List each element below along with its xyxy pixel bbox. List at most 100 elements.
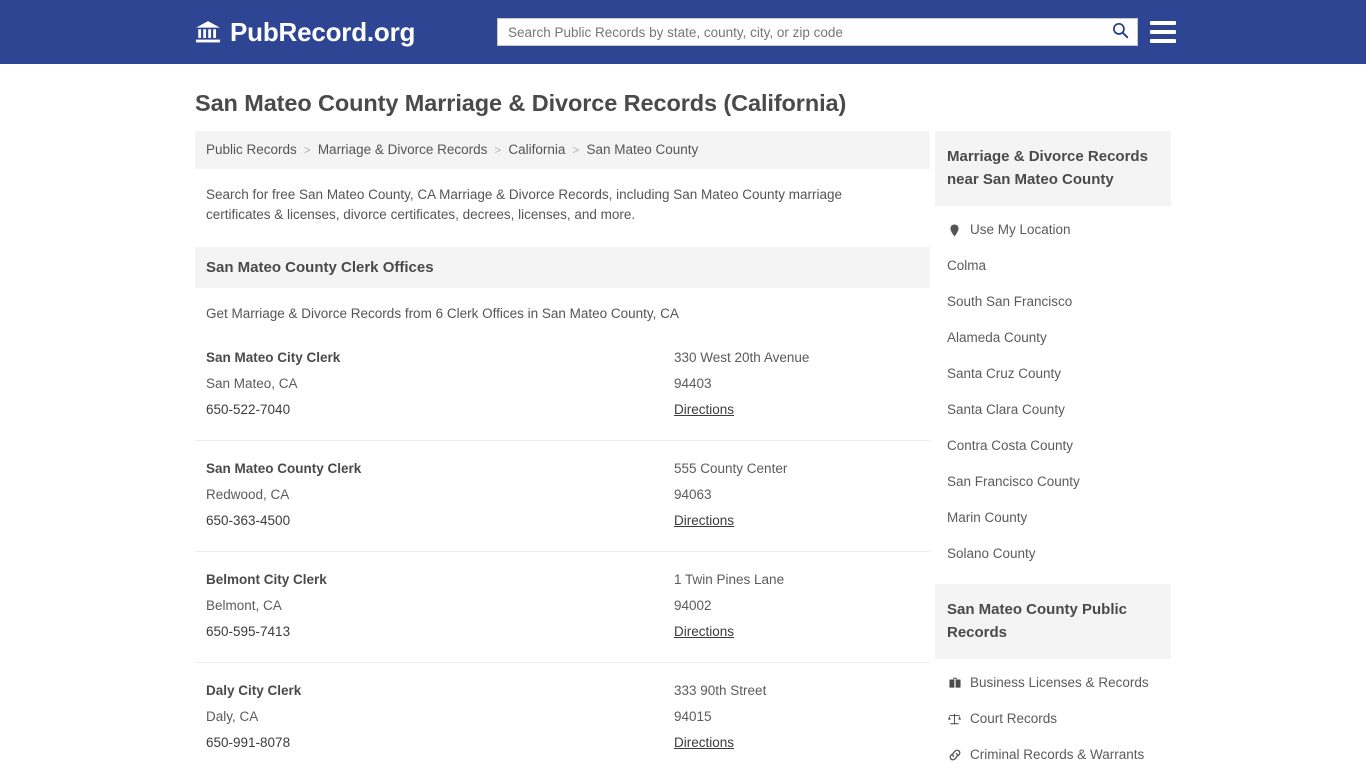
sidebar-item-label: Colma <box>947 258 987 273</box>
sidebar-item-label: Court Records <box>970 711 1058 726</box>
directions-link[interactable]: Directions <box>674 397 734 423</box>
table-row: San Mateo City Clerk San Mateo, CA 650-5… <box>195 330 930 441</box>
table-row: Belmont City Clerk Belmont, CA 650-595-7… <box>195 552 930 663</box>
directions-link[interactable]: Directions <box>674 619 734 645</box>
office-details: Belmont City Clerk Belmont, CA 650-595-7… <box>206 567 674 645</box>
nearby-records-panel: Marriage & Divorce Records near San Mate… <box>935 131 1171 572</box>
office-name: San Mateo City Clerk <box>206 350 341 365</box>
office-city: Belmont, CA <box>206 598 282 613</box>
office-street: 333 90th Street <box>674 683 767 698</box>
sidebar-item-colma[interactable]: Colma <box>935 248 1171 284</box>
sidebar-item-label: Marin County <box>947 510 1028 525</box>
public-records-links: Business Licenses & Records Court Record… <box>935 659 1171 768</box>
sidebar-item-label: Criminal Records & Warrants <box>970 747 1145 762</box>
sidebar-item-label: Solano County <box>947 546 1036 561</box>
sidebar-item-contra-costa-county[interactable]: Contra Costa County <box>935 428 1171 464</box>
sidebar-item-criminal-records-warrants[interactable]: Criminal Records & Warrants <box>935 737 1171 768</box>
breadcrumb-separator: > <box>303 143 311 157</box>
sidebar-item-marin-county[interactable]: Marin County <box>935 500 1171 536</box>
sidebar-item-business-licenses-records[interactable]: Business Licenses & Records <box>935 665 1171 701</box>
site-header: PubRecord.org <box>0 0 1366 64</box>
office-phone: 650-595-7413 <box>206 624 291 639</box>
breadcrumb-item-california[interactable]: California <box>508 141 565 159</box>
hamburger-menu-icon[interactable] <box>1150 19 1176 45</box>
office-zip: 94063 <box>674 487 712 502</box>
nearby-records-heading: Marriage & Divorce Records near San Mate… <box>935 131 1171 206</box>
office-details: San Mateo City Clerk San Mateo, CA 650-5… <box>206 345 674 423</box>
office-zip: 94015 <box>674 709 712 724</box>
sidebar-item-label: San Francisco County <box>947 474 1080 489</box>
office-city: Daly, CA <box>206 709 259 724</box>
sidebar-item-label: Use My Location <box>970 222 1071 237</box>
intro-description: Search for free San Mateo County, CA Mar… <box>206 187 843 222</box>
sidebar-item-use-my-location[interactable]: Use My Location <box>935 212 1171 248</box>
office-city: Redwood, CA <box>206 487 290 502</box>
site-logo-text: PubRecord.org <box>230 17 416 47</box>
page-title: San Mateo County Marriage & Divorce Reco… <box>195 90 847 116</box>
clerk-offices-list: San Mateo City Clerk San Mateo, CA 650-5… <box>195 330 930 768</box>
sidebar-item-alameda-county[interactable]: Alameda County <box>935 320 1171 356</box>
chain-link-icon <box>947 748 962 763</box>
map-pin-icon <box>947 223 962 238</box>
table-row: San Mateo County Clerk Redwood, CA 650-3… <box>195 441 930 552</box>
clerk-offices-subtitle: Get Marriage & Divorce Records from 6 Cl… <box>206 306 679 321</box>
scales-of-justice-icon <box>947 712 962 727</box>
sidebar-item-label: Business Licenses & Records <box>970 675 1149 690</box>
office-phone: 650-363-4500 <box>206 513 291 528</box>
sidebar-item-label: Santa Clara County <box>947 402 1065 417</box>
sidebar-item-san-francisco-county[interactable]: San Francisco County <box>935 464 1171 500</box>
menu-bar-2 <box>1150 30 1176 34</box>
office-name: Daly City Clerk <box>206 683 302 698</box>
search-icon <box>1111 21 1130 43</box>
breadcrumb-item-public-records[interactable]: Public Records <box>206 141 297 159</box>
breadcrumb-separator: > <box>494 143 502 157</box>
panel-divider <box>935 572 1171 584</box>
office-street: 330 West 20th Avenue <box>674 350 810 365</box>
public-records-panel: San Mateo County Public Records Business… <box>935 584 1171 768</box>
directions-link[interactable]: Directions <box>674 508 734 534</box>
bank-building-icon <box>195 19 221 45</box>
breadcrumb-item-marriage-divorce-records[interactable]: Marriage & Divorce Records <box>318 141 488 159</box>
content-layout: Public Records > Marriage & Divorce Reco… <box>195 131 1171 768</box>
site-logo-link[interactable]: PubRecord.org <box>195 19 415 45</box>
office-details: San Mateo County Clerk Redwood, CA 650-3… <box>206 456 674 534</box>
office-address: 555 County Center 94063 Directions <box>674 456 919 534</box>
nearby-records-links: Use My Location Colma South San Francisc… <box>935 206 1171 572</box>
clerk-offices-heading: San Mateo County Clerk Offices <box>195 247 930 288</box>
office-details: Daly City Clerk Daly, CA 650-991-8078 <box>206 678 674 756</box>
sidebar-item-court-records[interactable]: Court Records <box>935 701 1171 737</box>
sidebar-item-label: Alameda County <box>947 330 1047 345</box>
search-button[interactable] <box>1103 19 1137 45</box>
main-content: Public Records > Marriage & Divorce Reco… <box>195 131 930 768</box>
office-name: Belmont City Clerk <box>206 572 327 587</box>
office-street: 555 County Center <box>674 461 788 476</box>
office-address: 1 Twin Pines Lane 94002 Directions <box>674 567 919 645</box>
sidebar-item-label: Contra Costa County <box>947 438 1074 453</box>
breadcrumb: Public Records > Marriage & Divorce Reco… <box>195 131 930 169</box>
office-address: 333 90th Street 94015 Directions <box>674 678 919 756</box>
breadcrumb-item-san-mateo-county[interactable]: San Mateo County <box>586 141 698 159</box>
office-phone: 650-991-8078 <box>206 735 291 750</box>
briefcase-icon <box>947 676 962 691</box>
office-zip: 94002 <box>674 598 712 613</box>
sidebar-item-solano-county[interactable]: Solano County <box>935 536 1171 572</box>
breadcrumb-separator: > <box>572 143 580 157</box>
sidebar-item-label: South San Francisco <box>947 294 1073 309</box>
sidebar-item-south-san-francisco[interactable]: South San Francisco <box>935 284 1171 320</box>
menu-bar-3 <box>1150 39 1176 43</box>
table-row: Daly City Clerk Daly, CA 650-991-8078 33… <box>195 663 930 768</box>
sidebar-item-santa-cruz-county[interactable]: Santa Cruz County <box>935 356 1171 392</box>
office-city: San Mateo, CA <box>206 376 298 391</box>
menu-bar-1 <box>1150 21 1176 25</box>
directions-link[interactable]: Directions <box>674 730 734 756</box>
office-address: 330 West 20th Avenue 94403 Directions <box>674 345 919 423</box>
office-phone: 650-522-7040 <box>206 402 291 417</box>
page-wrapper: San Mateo County Marriage & Divorce Reco… <box>0 90 1366 768</box>
public-records-heading: San Mateo County Public Records <box>935 584 1171 659</box>
office-name: San Mateo County Clerk <box>206 461 362 476</box>
site-search <box>497 18 1138 46</box>
sidebar-item-label: Santa Cruz County <box>947 366 1062 381</box>
office-zip: 94403 <box>674 376 712 391</box>
sidebar-item-santa-clara-county[interactable]: Santa Clara County <box>935 392 1171 428</box>
search-input[interactable] <box>498 19 1103 45</box>
